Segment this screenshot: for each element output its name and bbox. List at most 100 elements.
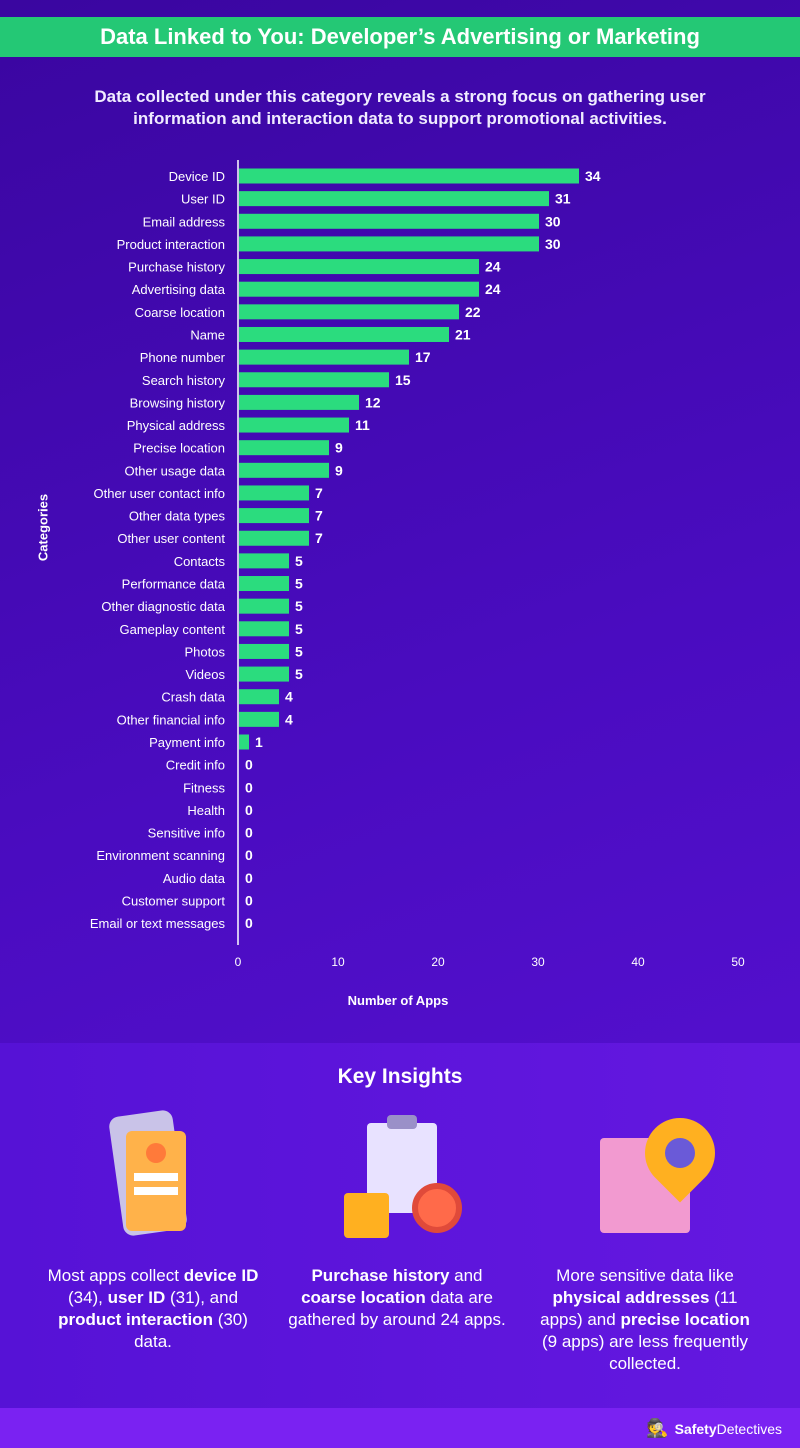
bar <box>239 530 309 546</box>
data-label: 0 <box>245 870 253 886</box>
data-label: 30 <box>545 236 561 252</box>
insight-text-part: (9 apps) are less frequently collected. <box>542 1332 748 1373</box>
bar <box>239 440 329 456</box>
category-label: Device ID <box>169 169 225 184</box>
category-label: Fitness <box>183 780 225 795</box>
insight-highlight: Purchase history <box>311 1266 450 1285</box>
x-tick-label: 40 <box>631 955 645 969</box>
x-tick-label: 20 <box>431 955 445 969</box>
brand-rest: Detectives <box>716 1420 782 1437</box>
data-label: 24 <box>485 259 501 275</box>
data-label: 30 <box>545 213 561 229</box>
insight-1: Most apps collect device ID (34), user I… <box>43 1109 263 1353</box>
bar <box>239 598 289 614</box>
x-tick-label: 50 <box>731 955 745 969</box>
bar <box>239 508 309 524</box>
bar <box>239 281 479 297</box>
insight-text: More sensitive data like physical addres… <box>535 1265 755 1375</box>
data-label: 5 <box>295 553 303 569</box>
category-label: Photos <box>185 644 226 659</box>
bar <box>239 485 309 501</box>
insight-2: Purchase history and coarse location dat… <box>287 1113 507 1331</box>
category-label: Payment info <box>149 735 225 750</box>
data-label: 0 <box>245 757 253 773</box>
title-banner: Data Linked to You: Developer’s Advertis… <box>0 17 800 57</box>
insight-text-part: and <box>449 1266 483 1285</box>
data-label: 0 <box>245 825 253 841</box>
bar <box>239 349 409 365</box>
data-label: 5 <box>295 598 303 614</box>
category-label: Other data types <box>129 509 226 524</box>
data-label: 1 <box>255 734 263 750</box>
insight-text-part: Most apps collect <box>47 1266 184 1285</box>
category-label: Email or text messages <box>90 916 226 931</box>
bar <box>239 394 359 410</box>
bar-chart: Device ID 34 User ID 31 Email address 30 Produ… <box>90 160 745 1008</box>
bar <box>239 417 349 433</box>
data-label: 0 <box>245 847 253 863</box>
map-pin-home-icon <box>590 1103 730 1253</box>
insight-highlight: precise location <box>620 1310 750 1329</box>
data-label: 5 <box>295 643 303 659</box>
bar <box>239 259 479 275</box>
data-label: 0 <box>245 779 253 795</box>
category-label: User ID <box>181 192 225 207</box>
category-label: Physical address <box>127 418 226 433</box>
bar <box>239 643 289 659</box>
bar <box>239 191 549 207</box>
data-label: 7 <box>315 485 323 501</box>
bar <box>239 304 459 320</box>
x-tick-label: 30 <box>531 955 545 969</box>
x-tick-label: 0 <box>235 955 242 969</box>
insight-text-part: (31), and <box>165 1288 239 1307</box>
bar <box>239 213 539 229</box>
data-label: 5 <box>295 666 303 682</box>
insight-highlight: physical addresses <box>552 1288 710 1307</box>
insight-text-part: More sensitive data like <box>556 1266 734 1285</box>
category-label: Other diagnostic data <box>101 599 225 614</box>
data-label: 11 <box>355 417 370 433</box>
category-label: Audio data <box>163 871 226 886</box>
bar <box>239 553 289 569</box>
data-label: 31 <box>555 191 571 207</box>
category-label: Videos <box>185 667 225 682</box>
data-label: 4 <box>285 711 293 727</box>
bar <box>239 711 279 727</box>
category-label: Advertising data <box>132 282 226 297</box>
insight-text-part: (34), <box>67 1288 108 1307</box>
data-label: 4 <box>285 689 293 705</box>
category-label: Product interaction <box>117 237 225 252</box>
category-label: Environment scanning <box>96 848 225 863</box>
category-label: Precise location <box>133 441 225 456</box>
insights-title: Key Insights <box>337 1065 463 1088</box>
bar <box>239 326 449 342</box>
category-label: Name <box>190 327 225 342</box>
category-label: Customer support <box>122 893 226 908</box>
bar <box>239 236 539 252</box>
insight-text: Most apps collect device ID (34), user I… <box>43 1265 263 1353</box>
data-label: 0 <box>245 892 253 908</box>
detective-icon: 🕵 <box>646 1418 669 1438</box>
bar <box>239 666 289 682</box>
data-label: 15 <box>395 372 411 388</box>
data-label: 34 <box>585 168 601 184</box>
shopping-clipboard-icon <box>342 1113 462 1253</box>
insight-highlight: user ID <box>107 1288 166 1307</box>
data-label: 12 <box>365 394 381 410</box>
bar <box>239 734 249 750</box>
insight-text: Purchase history and coarse location dat… <box>287 1265 507 1331</box>
x-axis-label: Number of Apps <box>348 993 449 1008</box>
category-label: Health <box>187 803 225 818</box>
y-axis-label: Categories <box>35 493 51 562</box>
category-label: Gameplay content <box>119 622 225 637</box>
category-label: Purchase history <box>128 260 225 275</box>
category-label: Other usage data <box>125 463 226 478</box>
insight-3: More sensitive data like physical addres… <box>535 1103 755 1375</box>
data-label: 5 <box>295 576 303 592</box>
insight-highlight: product interaction <box>58 1310 213 1329</box>
data-label: 7 <box>315 530 323 546</box>
key-insights-section: Key Insights Most apps collect device ID… <box>0 1043 800 1408</box>
data-label: 24 <box>485 281 501 297</box>
insight-highlight: coarse location <box>301 1288 426 1307</box>
category-label: Other financial info <box>117 712 225 727</box>
